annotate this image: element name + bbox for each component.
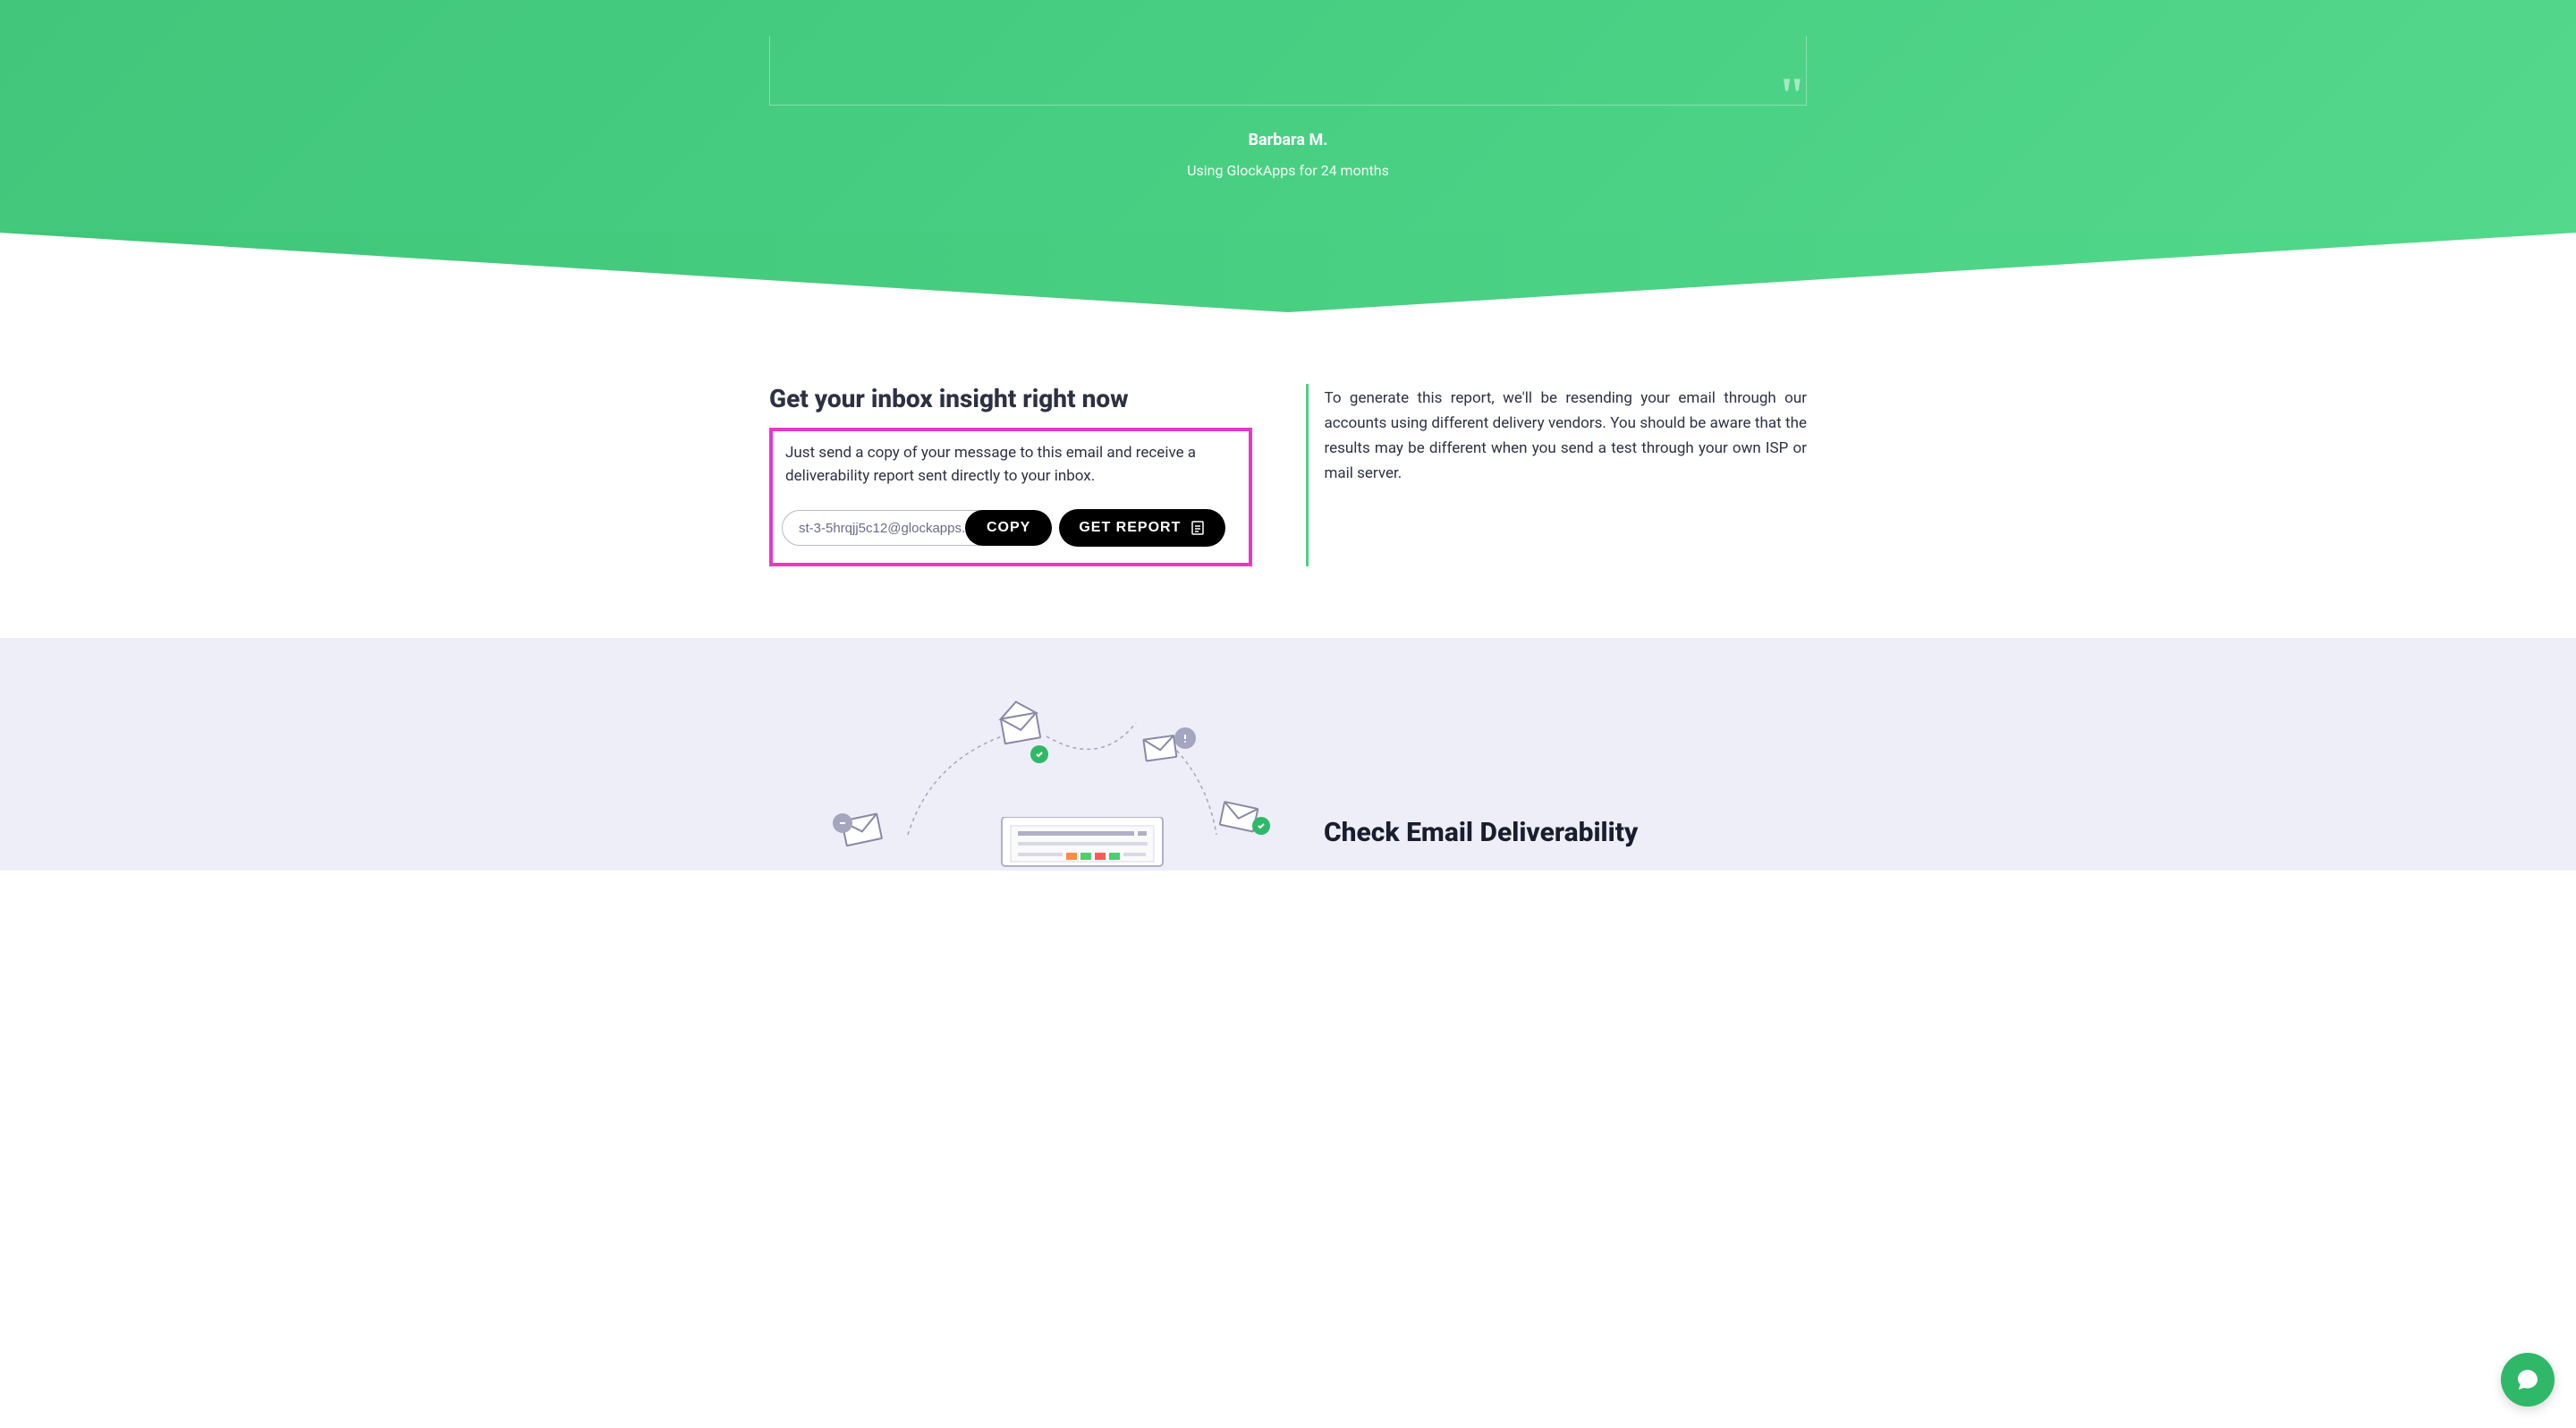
chat-icon bbox=[2515, 1367, 2540, 1392]
deliverability-inner: Check Email Deliverability bbox=[769, 683, 1807, 871]
testimonial-box: " bbox=[769, 36, 1807, 106]
get-report-label: GET REPORT bbox=[1079, 520, 1181, 536]
laptop-icon bbox=[993, 817, 1172, 871]
testimonial-author: Barbara M. bbox=[0, 131, 2576, 149]
insight-section: Get your inbox insight right now Just se… bbox=[769, 312, 1807, 638]
insight-info-text: To generate this report, we'll be resend… bbox=[1325, 386, 1808, 486]
check-badge-icon bbox=[1030, 745, 1048, 763]
copy-button[interactable]: COPY bbox=[965, 510, 1052, 546]
check-badge-icon bbox=[1252, 817, 1270, 835]
insight-left-column: Get your inbox insight right now Just se… bbox=[769, 384, 1252, 566]
quote-icon: " bbox=[1778, 71, 1806, 121]
insight-heading: Get your inbox insight right now bbox=[769, 384, 1252, 413]
testimonial-duration: Using GlockApps for 24 months bbox=[0, 162, 2576, 179]
insight-right-column: To generate this report, we'll be resend… bbox=[1306, 384, 1808, 566]
email-row: COPY GET REPORT bbox=[782, 509, 1240, 547]
envelope-open-icon bbox=[993, 696, 1046, 750]
chat-widget-button[interactable] bbox=[2501, 1353, 2555, 1407]
highlight-box: Just send a copy of your message to this… bbox=[769, 428, 1252, 566]
minus-badge-icon bbox=[833, 813, 852, 833]
deliverability-section: Check Email Deliverability bbox=[0, 638, 2576, 871]
deliverability-heading: Check Email Deliverability bbox=[1324, 817, 1807, 848]
illustration-area bbox=[769, 683, 1252, 871]
document-icon bbox=[1190, 520, 1206, 536]
email-input-wrapper: COPY bbox=[782, 510, 1052, 546]
hero-testimonial-section: " Barbara M. Using GlockApps for 24 mont… bbox=[0, 0, 2576, 233]
section-divider bbox=[0, 232, 2576, 312]
get-report-button[interactable]: GET REPORT bbox=[1059, 509, 1225, 547]
insight-description: Just send a copy of your message to this… bbox=[782, 442, 1240, 488]
deliverability-text-column: Check Email Deliverability bbox=[1324, 683, 1807, 848]
exclamation-badge-icon bbox=[1174, 727, 1196, 749]
